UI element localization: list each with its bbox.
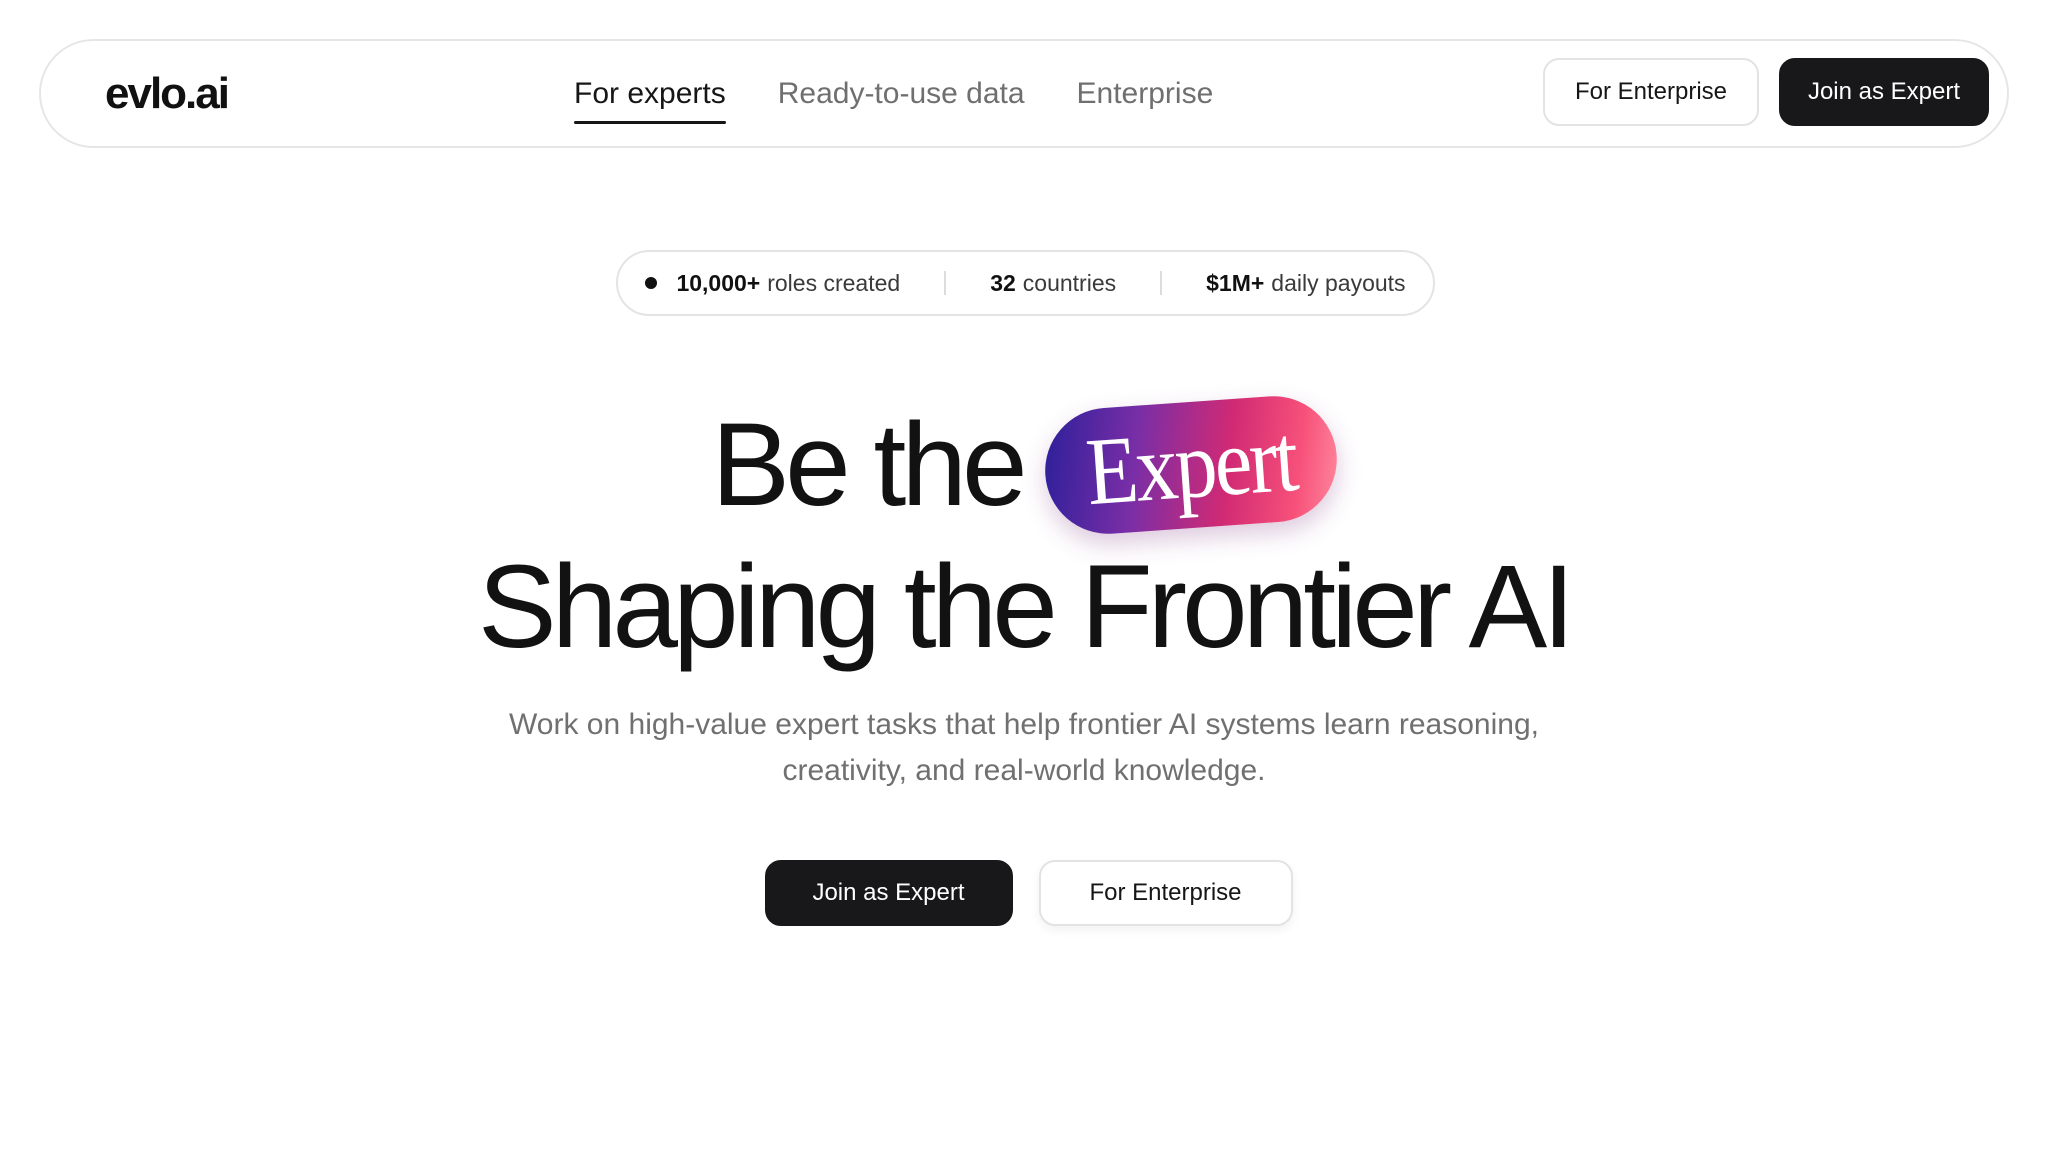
hero-join-as-expert-button[interactable]: Join as Expert xyxy=(764,860,1013,926)
stat-countries: 32 countries xyxy=(990,270,1116,297)
hero-subtitle: Work on high-value expert tasks that hel… xyxy=(0,702,2048,794)
expert-badge-text: Expert xyxy=(1082,403,1299,526)
stat-payouts: $1M+ daily payouts xyxy=(1206,270,1405,297)
headline-prefix: Be the xyxy=(711,399,1027,531)
nav-link-ready-to-use-data[interactable]: Ready-to-use data xyxy=(778,74,1025,114)
hero-subtitle-line2: creativity, and real-world knowledge. xyxy=(782,754,1266,787)
top-navbar: evlo.ai For experts Ready-to-use data En… xyxy=(39,39,2009,148)
stat-countries-value: 32 xyxy=(990,269,1016,296)
stat-payouts-label: daily payouts xyxy=(1271,269,1406,296)
hero-headline-line1: Be the Expert xyxy=(0,391,2048,539)
stat-divider xyxy=(1160,271,1163,295)
logo[interactable]: evlo.ai xyxy=(105,67,230,121)
stat-roles: 10,000+ roles created xyxy=(645,270,900,297)
nav-link-for-experts[interactable]: For experts xyxy=(574,74,726,124)
nav-link-enterprise[interactable]: Enterprise xyxy=(1077,74,1214,114)
hero-headline-line2: Shaping the Frontier AI xyxy=(478,541,1575,673)
stats-pill: 10,000+ roles created 32 countries $1M+ … xyxy=(616,250,1435,316)
stat-divider xyxy=(944,271,947,295)
stat-payouts-value: $1M+ xyxy=(1206,269,1265,296)
expert-badge: Expert xyxy=(1040,391,1341,539)
nav-actions: For Enterprise Join as Expert xyxy=(1543,58,1989,126)
hero-cta-group: Join as Expert For Enterprise xyxy=(0,860,2048,926)
nav-join-as-expert-button[interactable]: Join as Expert xyxy=(1779,58,1989,126)
main-nav: For experts Ready-to-use data Enterprise xyxy=(574,41,1213,146)
stat-countries-label: countries xyxy=(1022,269,1117,296)
hero-subtitle-line1: Work on high-value expert tasks that hel… xyxy=(509,708,1539,741)
stat-roles-value: 10,000+ xyxy=(676,269,761,296)
hero-for-enterprise-button[interactable]: For Enterprise xyxy=(1038,860,1293,926)
nav-for-enterprise-button[interactable]: For Enterprise xyxy=(1543,58,1759,126)
stat-roles-label: roles created xyxy=(767,269,901,296)
bullet-dot-icon xyxy=(645,277,658,289)
